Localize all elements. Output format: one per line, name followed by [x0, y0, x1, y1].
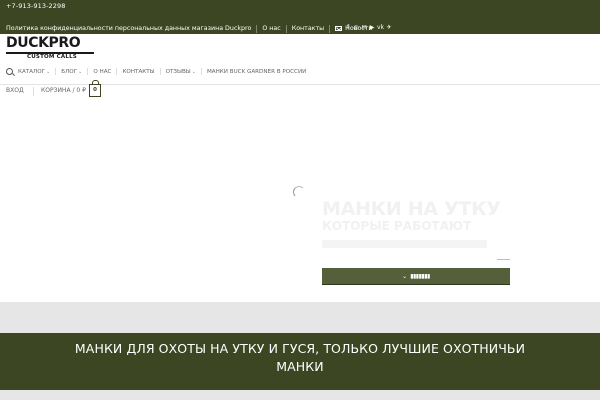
nav-item-label: ОТЗЫВЫ — [165, 68, 191, 75]
chevron-down-icon: ⌄ — [402, 272, 408, 280]
nav-item-label: МАНКИ BUCK GARDNER В РОССИИ — [206, 68, 307, 75]
logo-wordmark: DUCKPRO — [6, 35, 81, 51]
search-icon[interactable] — [6, 68, 13, 75]
divider — [256, 24, 258, 33]
hero-subtitle: КОТОРЫЕ РАБОТАЮТ — [322, 219, 472, 233]
about-link[interactable]: О нас — [262, 25, 280, 32]
divider — [159, 68, 161, 75]
loading-spinner-icon — [293, 186, 305, 198]
nav-item-blog[interactable]: БЛОГ ⌄ — [61, 69, 82, 75]
phone-number[interactable]: +7-913-913-2298 — [6, 2, 65, 10]
nav-item-label: БЛОГ — [61, 68, 78, 75]
nav-item-label: КАТАЛОГ — [18, 68, 46, 75]
instagram-icon[interactable]: ◎ — [353, 24, 359, 32]
logo-tagline: CUSTOM CALLS — [27, 54, 77, 60]
top-nav: Политика конфиденциальности персональных… — [6, 24, 373, 33]
main-nav-items: КАТАЛОГ ⌄ БЛОГ ⌄ О НАС КОНТАКТЫ ОТЗЫВЫ ⌄… — [18, 67, 306, 76]
logo[interactable]: DUCKPRO CUSTOM CALLS — [6, 36, 94, 64]
divider — [33, 87, 34, 96]
promo-banner-text: МАНКИ ДЛЯ ОХОТЫ НА УТКУ И ГУСЯ, ТОЛЬКО Л… — [74, 341, 526, 374]
divider — [497, 259, 510, 260]
chevron-down-icon: ⌄ — [78, 68, 83, 75]
contacts-link[interactable]: Контакты — [292, 25, 324, 32]
hero-title: МАНКИ НА УТКУ — [322, 198, 501, 220]
hero-cta-label: ▮▮▮▮▮▮▮ — [410, 272, 430, 280]
cart-bag-icon[interactable]: 0 — [89, 80, 101, 97]
chevron-down-icon: ⌄ — [46, 68, 51, 75]
hero-cta-button[interactable]: ⌄ ▮▮▮▮▮▮▮ — [322, 268, 510, 285]
nav-item-contacts[interactable]: КОНТАКТЫ — [122, 69, 154, 75]
cart-link[interactable]: КОРЗИНА / 0 ₽ — [41, 87, 86, 94]
divider — [116, 68, 118, 75]
chevron-down-icon: ⌄ — [191, 68, 196, 75]
login-link[interactable]: ВХОД — [6, 87, 24, 94]
vk-icon[interactable]: vk — [377, 24, 384, 32]
hero-description-placeholder — [322, 240, 487, 248]
divider — [329, 24, 331, 33]
nav-item-buck-gardner[interactable]: МАНКИ BUCK GARDNER В РОССИИ — [207, 69, 306, 75]
nav-item-about[interactable]: О НАС — [93, 69, 111, 75]
divider — [285, 24, 287, 33]
section-spacer — [0, 390, 600, 400]
envelope-icon — [335, 26, 343, 31]
youtube-icon[interactable]: ▶ — [369, 24, 375, 32]
divider — [87, 68, 89, 75]
section-spacer — [0, 302, 600, 333]
privacy-link[interactable]: Политика конфиденциальности персональных… — [6, 25, 251, 32]
nav-item-label: КОНТАКТЫ — [122, 68, 155, 75]
divider — [55, 68, 57, 75]
hero-slider — [0, 102, 600, 302]
divider — [200, 68, 202, 75]
facebook-icon[interactable]: f — [345, 24, 351, 32]
social-icons: f ◎ ✉ ▶ vk ✈ — [345, 24, 392, 32]
nav-item-label: О НАС — [93, 68, 112, 75]
nav-item-reviews[interactable]: ОТЗЫВЫ ⌄ — [166, 69, 196, 75]
telegram-icon[interactable]: ✈ — [386, 24, 392, 32]
email-icon[interactable]: ✉ — [361, 24, 367, 32]
nav-item-catalog[interactable]: КАТАЛОГ ⌄ — [18, 69, 50, 75]
